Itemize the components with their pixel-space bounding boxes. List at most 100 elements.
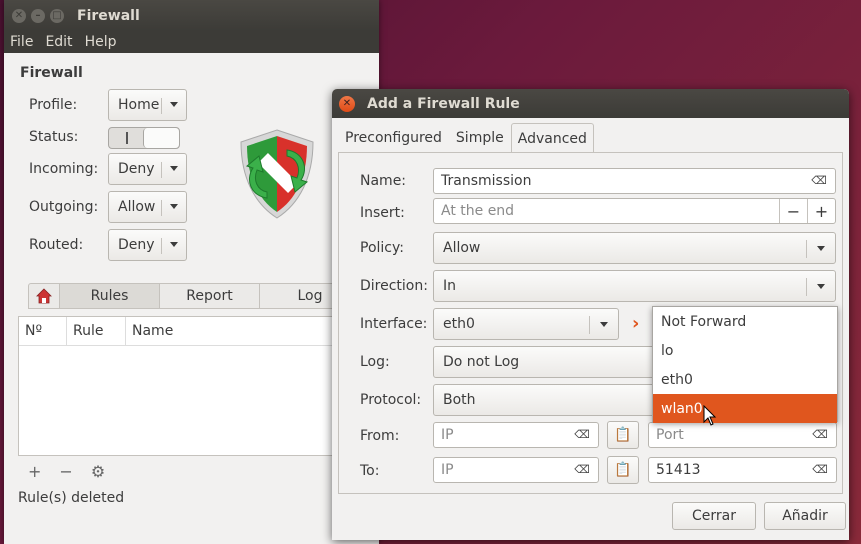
incoming-value: Deny (118, 161, 155, 177)
increment-button[interactable]: + (807, 199, 835, 223)
chevron-down-icon (170, 166, 178, 171)
profile-label: Profile: (29, 97, 78, 113)
from-label: From: (360, 428, 400, 444)
gear-icon[interactable]: ⚙ (91, 462, 105, 481)
clear-icon[interactable]: ⌫ (812, 464, 828, 476)
clear-icon[interactable]: ⌫ (574, 429, 590, 441)
insert-label: Insert: (360, 205, 405, 221)
tab-preconfigured[interactable]: Preconfigured (338, 123, 449, 153)
direction-select[interactable]: In (433, 270, 836, 302)
option-lo[interactable]: lo (653, 336, 837, 365)
tab-report[interactable]: Report (160, 284, 260, 308)
close-icon[interactable]: ✕ (339, 95, 355, 112)
dialog-titlebar: ✕ Add a Firewall Rule (332, 89, 849, 118)
chevron-down-icon (170, 242, 178, 247)
window-title: Firewall (77, 7, 140, 24)
direction-label: Direction: (360, 278, 428, 294)
from-ip-field[interactable]: IP ⌫ (433, 422, 599, 448)
clear-icon[interactable]: ⌫ (574, 464, 590, 476)
rule-actions: + − ⚙ (28, 462, 105, 481)
menu-edit[interactable]: Edit (39, 34, 78, 50)
routed-value: Deny (118, 237, 155, 253)
name-label: Name: (360, 173, 407, 189)
clear-icon[interactable]: ⌫ (811, 175, 827, 187)
close-icon[interactable]: ✕ (12, 8, 26, 23)
from-port-field[interactable]: Port ⌫ (648, 422, 837, 448)
clipboard-icon: 📋 (614, 427, 632, 443)
outgoing-value: Allow (118, 199, 156, 215)
policy-select[interactable]: Allow (433, 232, 836, 264)
firewall-shield-icon (240, 129, 314, 219)
rules-list[interactable]: Nº Rule Name (18, 316, 379, 456)
status-toggle[interactable] (108, 127, 180, 149)
section-title: Firewall (20, 65, 83, 81)
dialog-tabs: Preconfigured Simple Advanced (338, 123, 594, 153)
interface-dropdown: Not Forward lo eth0 wlan0 (652, 306, 838, 423)
paste-button[interactable]: 📋 (607, 421, 639, 449)
protocol-value: Both (443, 392, 476, 408)
close-button[interactable]: Cerrar (672, 502, 756, 530)
mouse-cursor-icon (703, 405, 717, 426)
interface-label: Interface: (360, 316, 428, 332)
log-value: Do not Log (443, 354, 520, 370)
incoming-label: Incoming: (29, 161, 99, 177)
to-ip-placeholder: IP (441, 462, 454, 478)
chevron-down-icon (170, 102, 178, 107)
home-icon[interactable] (29, 284, 60, 308)
maximize-icon[interactable]: □ (50, 8, 64, 23)
chevron-down-icon (817, 246, 825, 251)
option-not-forward[interactable]: Not Forward (653, 307, 837, 336)
rules-list-header: Nº Rule Name (19, 317, 378, 346)
direction-value: In (443, 278, 457, 294)
from-ip-placeholder: IP (441, 427, 454, 443)
firewall-main-window: ✕ – □ Firewall File Edit Help Firewall P… (4, 0, 379, 544)
tab-simple[interactable]: Simple (449, 123, 511, 153)
column-rule[interactable]: Rule (67, 317, 126, 345)
add-button[interactable]: Añadir (764, 502, 846, 530)
chevron-right-icon: › (632, 313, 640, 334)
main-titlebar: ✕ – □ Firewall (4, 0, 379, 31)
to-port-field[interactable]: 51413 ⌫ (648, 457, 837, 483)
decrement-button[interactable]: − (779, 199, 807, 223)
outgoing-select[interactable]: Allow (108, 191, 187, 223)
from-port-placeholder: Port (656, 427, 684, 443)
to-ip-field[interactable]: IP ⌫ (433, 457, 599, 483)
tab-rules[interactable]: Rules (60, 284, 160, 308)
minimize-icon[interactable]: – (31, 8, 45, 23)
routed-label: Routed: (29, 237, 84, 253)
outgoing-label: Outgoing: (29, 199, 99, 215)
name-field[interactable]: Transmission ⌫ (433, 168, 836, 194)
incoming-select[interactable]: Deny (108, 153, 187, 185)
protocol-label: Protocol: (360, 392, 422, 408)
profile-value: Home (118, 97, 160, 113)
profile-select[interactable]: Home (108, 89, 187, 121)
column-number[interactable]: Nº (19, 317, 67, 345)
to-port-value: 51413 (656, 462, 701, 478)
insert-placeholder: At the end (441, 203, 515, 219)
remove-icon[interactable]: − (59, 462, 72, 481)
paste-button[interactable]: 📋 (607, 456, 639, 484)
log-label: Log: (360, 354, 390, 370)
status-label: Status: (29, 129, 79, 145)
rules-tabs: Rules Report Log (28, 283, 379, 309)
chevron-down-icon (170, 204, 178, 209)
interface-select[interactable]: eth0 (433, 308, 619, 340)
clipboard-icon: 📋 (614, 462, 632, 478)
tab-advanced[interactable]: Advanced (510, 123, 594, 153)
policy-label: Policy: (360, 240, 404, 256)
menu-help[interactable]: Help (79, 34, 123, 50)
add-icon[interactable]: + (28, 462, 41, 481)
clear-icon[interactable]: ⌫ (812, 429, 828, 441)
menu-file[interactable]: File (4, 34, 39, 50)
status-text: Rule(s) deleted (18, 490, 125, 506)
option-eth0[interactable]: eth0 (653, 365, 837, 394)
routed-select[interactable]: Deny (108, 229, 187, 261)
insert-spinner[interactable]: At the end − + (433, 198, 836, 224)
to-label: To: (360, 463, 380, 479)
interface-value: eth0 (443, 316, 475, 332)
dialog-title: Add a Firewall Rule (367, 95, 520, 112)
policy-value: Allow (443, 240, 481, 256)
menu-bar: File Edit Help (4, 31, 379, 53)
option-wlan0[interactable]: wlan0 (653, 394, 837, 423)
chevron-down-icon (600, 322, 608, 327)
